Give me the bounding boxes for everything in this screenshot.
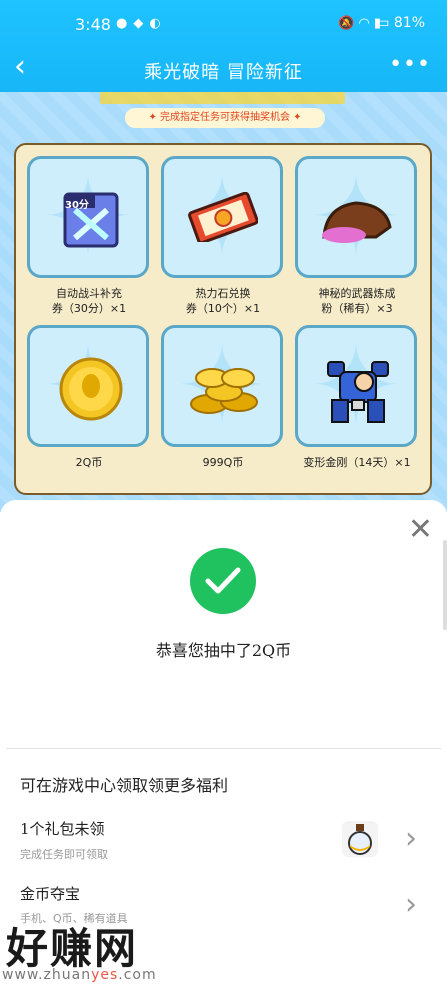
watermark-url-part: www.zhuan <box>2 967 92 983</box>
watermark-url-part: yes <box>91 967 119 983</box>
event-banner <box>100 92 345 104</box>
scrollbar[interactable] <box>443 540 447 630</box>
app-icon: ◆ <box>133 16 150 31</box>
prize-label-line: 自动战斗补充 <box>56 287 122 300</box>
prize-card: ✦ 30分 <box>27 156 149 278</box>
prize-label-line: 神秘的武器炼成 <box>318 287 396 300</box>
prize-label-line: 券（10个）×1 <box>185 302 261 315</box>
gold-treasure-title[interactable]: 金币夺宝 <box>20 883 80 904</box>
powder-bag-icon <box>322 201 392 243</box>
gift-pack-title[interactable]: 1个礼包未领 <box>20 818 105 839</box>
wechat-icon: ● <box>116 16 134 31</box>
prize-label: 热力石兑换 券（10个）×1 <box>153 286 293 316</box>
prize-label-line: 粉（稀有）×3 <box>321 302 393 315</box>
status-time: 3:48 <box>75 15 111 34</box>
result-message: 恭喜您抽中了2Q币 <box>155 641 292 660</box>
prize-label-line: 2Q币 <box>75 456 103 469</box>
potion-bottle-icon <box>342 821 378 857</box>
close-icon[interactable]: ✕ <box>408 515 433 545</box>
watermark-url: www.zhuanyes.com <box>2 967 157 983</box>
notification-icons: ●◆◐ <box>116 16 167 31</box>
prize-label: 变形金刚（14天）×1 <box>287 455 427 470</box>
check-icon <box>205 567 241 594</box>
prize-label: 自动战斗补充 券（30分）×1 <box>19 286 159 316</box>
battery-indicator: ▭ 81% <box>376 15 425 31</box>
potion-icon <box>348 824 372 855</box>
battery-level: 81% <box>393 15 425 31</box>
prize-card: ✦ <box>161 325 283 447</box>
prize-label: 神秘的武器炼成 粉（稀有）×3 <box>287 286 427 316</box>
prize-label: 999Q币 <box>153 455 293 470</box>
prize-label-line: 热力石兑换 <box>195 287 251 300</box>
nav-bar: ‹ 乘光破暗 冒险新征 ••• <box>0 48 447 92</box>
watermark-url-part: .com <box>118 967 157 983</box>
app-icon: ◐ <box>149 16 167 31</box>
more-icon[interactable]: ••• <box>389 52 431 77</box>
chevron-right-icon[interactable]: › <box>405 824 417 854</box>
prize-label-line: 999Q币 <box>202 456 244 469</box>
coin-pile-icon <box>190 368 258 414</box>
status-bar: 3:48 ●◆◐ 🔕◠▮ ▭ 81% <box>0 0 447 48</box>
ticket-badge: 30分 <box>65 200 89 211</box>
prize-card: ✦ <box>27 325 149 447</box>
gift-pack-subtitle: 完成任务即可领取 <box>20 848 108 861</box>
wifi-icon: ◠ <box>358 16 374 31</box>
prize-label-line: 券（30分）×1 <box>51 302 127 315</box>
divider <box>6 748 441 749</box>
mute-icon: 🔕 <box>338 16 359 31</box>
prize-card: ✦ <box>295 156 417 278</box>
single-coin-icon <box>59 357 123 421</box>
mecha-robot-icon <box>327 361 389 423</box>
chevron-right-icon[interactable]: › <box>405 890 417 920</box>
site-watermark: 好赚网 www.zhuanyes.com <box>0 915 200 983</box>
benefits-title: 可在游戏中心领取领更多福利 <box>20 776 229 795</box>
battery-icon: ▭ <box>376 15 390 31</box>
task-tip: ✦ 完成指定任务可获得抽奖机会 ✦ <box>125 108 325 128</box>
prize-label: 2Q币 <box>19 455 159 470</box>
fire-stone-ticket-icon <box>188 192 258 242</box>
success-check-icon <box>190 548 256 614</box>
page-title: 乘光破暗 冒险新征 <box>144 62 303 83</box>
prize-label-line: 变形金刚（14天）×1 <box>303 456 411 469</box>
prize-card: ✦ <box>295 325 417 447</box>
prize-card: ✦ <box>161 156 283 278</box>
